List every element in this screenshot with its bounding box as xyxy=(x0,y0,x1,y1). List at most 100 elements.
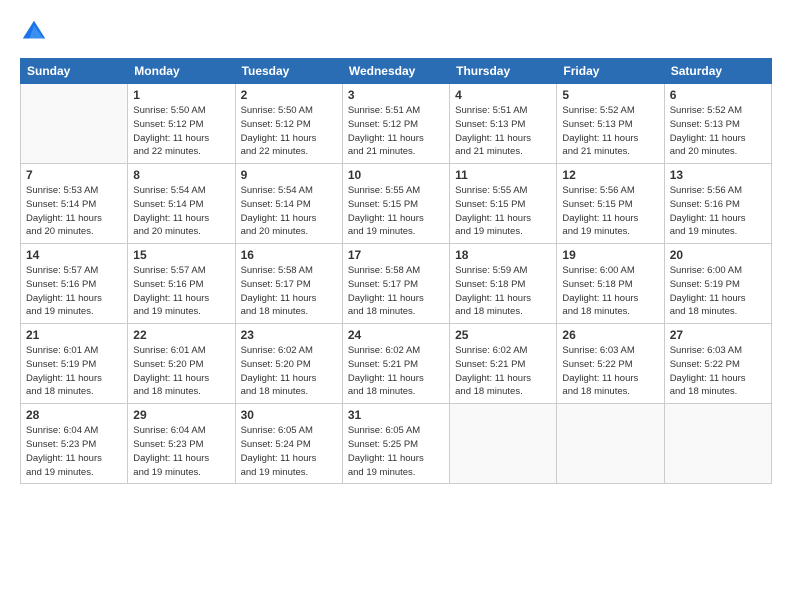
calendar-cell: 2 Sunrise: 5:50 AM Sunset: 5:12 PM Daylig… xyxy=(235,84,342,164)
day-number: 10 xyxy=(348,168,444,182)
day-info: Sunrise: 5:51 AM Sunset: 5:13 PM Dayligh… xyxy=(455,104,551,159)
day-number: 25 xyxy=(455,328,551,342)
day-number: 29 xyxy=(133,408,229,422)
day-number: 6 xyxy=(670,88,766,102)
day-info: Sunrise: 6:00 AM Sunset: 5:18 PM Dayligh… xyxy=(562,264,658,319)
day-number: 9 xyxy=(241,168,337,182)
day-number: 28 xyxy=(26,408,122,422)
weekday-header: Saturday xyxy=(664,59,771,84)
day-number: 2 xyxy=(241,88,337,102)
day-info: Sunrise: 5:55 AM Sunset: 5:15 PM Dayligh… xyxy=(455,184,551,239)
day-number: 7 xyxy=(26,168,122,182)
calendar-cell: 8 Sunrise: 5:54 AM Sunset: 5:14 PM Daylig… xyxy=(128,164,235,244)
calendar-cell: 19Sunrise: 6:00 AM Sunset: 5:18 PM Dayli… xyxy=(557,244,664,324)
day-info: Sunrise: 5:55 AM Sunset: 5:15 PM Dayligh… xyxy=(348,184,444,239)
calendar-cell: 26 Sunrise: 6:03 AM Sunset: 5:22 PM Dayli… xyxy=(557,324,664,404)
day-info: Sunrise: 6:05 AM Sunset: 5:24 PM Dayligh… xyxy=(241,424,337,479)
calendar-cell: 28 Sunrise: 6:04 AM Sunset: 5:23 PM Dayli… xyxy=(21,404,128,484)
calendar-cell: 27 Sunrise: 6:03 AM Sunset: 5:22 PM Dayli… xyxy=(664,324,771,404)
day-info: Sunrise: 5:54 AM Sunset: 5:14 PM Dayligh… xyxy=(133,184,229,239)
day-info: Sunrise: 5:53 AM Sunset: 5:14 PM Dayligh… xyxy=(26,184,122,239)
day-info: Sunrise: 6:04 AM Sunset: 5:23 PM Dayligh… xyxy=(133,424,229,479)
calendar-cell: 24 Sunrise: 6:02 AM Sunset: 5:21 PM Dayli… xyxy=(342,324,449,404)
calendar-cell: 16 Sunrise: 5:58 AM Sunset: 5:17 PM Dayli… xyxy=(235,244,342,324)
day-info: Sunrise: 5:58 AM Sunset: 5:17 PM Dayligh… xyxy=(241,264,337,319)
calendar-cell: 17Sunrise: 5:58 AM Sunset: 5:17 PM Dayli… xyxy=(342,244,449,324)
calendar-cell: 25 Sunrise: 6:02 AM Sunset: 5:21 PM Dayli… xyxy=(450,324,557,404)
calendar-cell: 11 Sunrise: 5:55 AM Sunset: 5:15 PM Dayli… xyxy=(450,164,557,244)
calendar-week-row: 7 Sunrise: 5:53 AM Sunset: 5:14 PM Daylig… xyxy=(21,164,772,244)
day-number: 12 xyxy=(562,168,658,182)
calendar-week-row: 21Sunrise: 6:01 AM Sunset: 5:19 PM Dayli… xyxy=(21,324,772,404)
day-number: 22 xyxy=(133,328,229,342)
logo xyxy=(20,18,52,46)
day-info: Sunrise: 5:57 AM Sunset: 5:16 PM Dayligh… xyxy=(133,264,229,319)
day-info: Sunrise: 5:51 AM Sunset: 5:12 PM Dayligh… xyxy=(348,104,444,159)
day-info: Sunrise: 5:52 AM Sunset: 5:13 PM Dayligh… xyxy=(562,104,658,159)
day-number: 23 xyxy=(241,328,337,342)
calendar-cell: 9Sunrise: 5:54 AM Sunset: 5:14 PM Daylig… xyxy=(235,164,342,244)
day-info: Sunrise: 5:59 AM Sunset: 5:18 PM Dayligh… xyxy=(455,264,551,319)
day-number: 11 xyxy=(455,168,551,182)
day-number: 17 xyxy=(348,248,444,262)
day-info: Sunrise: 5:50 AM Sunset: 5:12 PM Dayligh… xyxy=(241,104,337,159)
day-number: 30 xyxy=(241,408,337,422)
day-number: 15 xyxy=(133,248,229,262)
day-number: 3 xyxy=(348,88,444,102)
weekday-header: Sunday xyxy=(21,59,128,84)
day-info: Sunrise: 6:03 AM Sunset: 5:22 PM Dayligh… xyxy=(670,344,766,399)
day-info: Sunrise: 6:02 AM Sunset: 5:21 PM Dayligh… xyxy=(455,344,551,399)
day-number: 26 xyxy=(562,328,658,342)
calendar-cell: 14 Sunrise: 5:57 AM Sunset: 5:16 PM Dayli… xyxy=(21,244,128,324)
day-info: Sunrise: 6:02 AM Sunset: 5:21 PM Dayligh… xyxy=(348,344,444,399)
calendar-cell: 3 Sunrise: 5:51 AM Sunset: 5:12 PM Daylig… xyxy=(342,84,449,164)
calendar-cell: 10 Sunrise: 5:55 AM Sunset: 5:15 PM Dayli… xyxy=(342,164,449,244)
calendar-cell: 21Sunrise: 6:01 AM Sunset: 5:19 PM Dayli… xyxy=(21,324,128,404)
calendar-cell: 30 Sunrise: 6:05 AM Sunset: 5:24 PM Dayli… xyxy=(235,404,342,484)
day-info: Sunrise: 5:52 AM Sunset: 5:13 PM Dayligh… xyxy=(670,104,766,159)
calendar-week-row: 1 Sunrise: 5:50 AM Sunset: 5:12 PM Daylig… xyxy=(21,84,772,164)
calendar-cell: 31 Sunrise: 6:05 AM Sunset: 5:25 PM Dayli… xyxy=(342,404,449,484)
day-info: Sunrise: 6:00 AM Sunset: 5:19 PM Dayligh… xyxy=(670,264,766,319)
calendar-cell: 1 Sunrise: 5:50 AM Sunset: 5:12 PM Daylig… xyxy=(128,84,235,164)
calendar-cell: 20 Sunrise: 6:00 AM Sunset: 5:19 PM Dayli… xyxy=(664,244,771,324)
calendar-cell: 4 Sunrise: 5:51 AM Sunset: 5:13 PM Daylig… xyxy=(450,84,557,164)
day-info: Sunrise: 6:05 AM Sunset: 5:25 PM Dayligh… xyxy=(348,424,444,479)
day-info: Sunrise: 6:04 AM Sunset: 5:23 PM Dayligh… xyxy=(26,424,122,479)
day-info: Sunrise: 6:01 AM Sunset: 5:19 PM Dayligh… xyxy=(26,344,122,399)
day-number: 18 xyxy=(455,248,551,262)
day-number: 1 xyxy=(133,88,229,102)
calendar-cell: 6 Sunrise: 5:52 AM Sunset: 5:13 PM Daylig… xyxy=(664,84,771,164)
day-number: 13 xyxy=(670,168,766,182)
day-number: 31 xyxy=(348,408,444,422)
day-info: Sunrise: 6:03 AM Sunset: 5:22 PM Dayligh… xyxy=(562,344,658,399)
calendar-week-row: 14 Sunrise: 5:57 AM Sunset: 5:16 PM Dayli… xyxy=(21,244,772,324)
logo-icon xyxy=(20,18,48,46)
day-number: 27 xyxy=(670,328,766,342)
day-info: Sunrise: 5:57 AM Sunset: 5:16 PM Dayligh… xyxy=(26,264,122,319)
day-number: 8 xyxy=(133,168,229,182)
calendar-cell: 7 Sunrise: 5:53 AM Sunset: 5:14 PM Daylig… xyxy=(21,164,128,244)
calendar-cell xyxy=(450,404,557,484)
page: SundayMondayTuesdayWednesdayThursdayFrid… xyxy=(0,0,792,612)
day-number: 14 xyxy=(26,248,122,262)
weekday-header: Wednesday xyxy=(342,59,449,84)
calendar-cell: 5Sunrise: 5:52 AM Sunset: 5:13 PM Daylig… xyxy=(557,84,664,164)
day-number: 16 xyxy=(241,248,337,262)
header xyxy=(20,18,772,46)
calendar-cell xyxy=(664,404,771,484)
calendar-cell: 22Sunrise: 6:01 AM Sunset: 5:20 PM Dayli… xyxy=(128,324,235,404)
weekday-header: Thursday xyxy=(450,59,557,84)
calendar-table: SundayMondayTuesdayWednesdayThursdayFrid… xyxy=(20,58,772,484)
day-number: 4 xyxy=(455,88,551,102)
day-number: 24 xyxy=(348,328,444,342)
calendar-cell: 29 Sunrise: 6:04 AM Sunset: 5:23 PM Dayli… xyxy=(128,404,235,484)
day-info: Sunrise: 5:50 AM Sunset: 5:12 PM Dayligh… xyxy=(133,104,229,159)
weekday-header: Friday xyxy=(557,59,664,84)
calendar-cell: 12Sunrise: 5:56 AM Sunset: 5:15 PM Dayli… xyxy=(557,164,664,244)
calendar-cell: 13Sunrise: 5:56 AM Sunset: 5:16 PM Dayli… xyxy=(664,164,771,244)
calendar-header-row: SundayMondayTuesdayWednesdayThursdayFrid… xyxy=(21,59,772,84)
calendar-cell: 18 Sunrise: 5:59 AM Sunset: 5:18 PM Dayli… xyxy=(450,244,557,324)
calendar-cell: 15 Sunrise: 5:57 AM Sunset: 5:16 PM Dayli… xyxy=(128,244,235,324)
day-number: 20 xyxy=(670,248,766,262)
